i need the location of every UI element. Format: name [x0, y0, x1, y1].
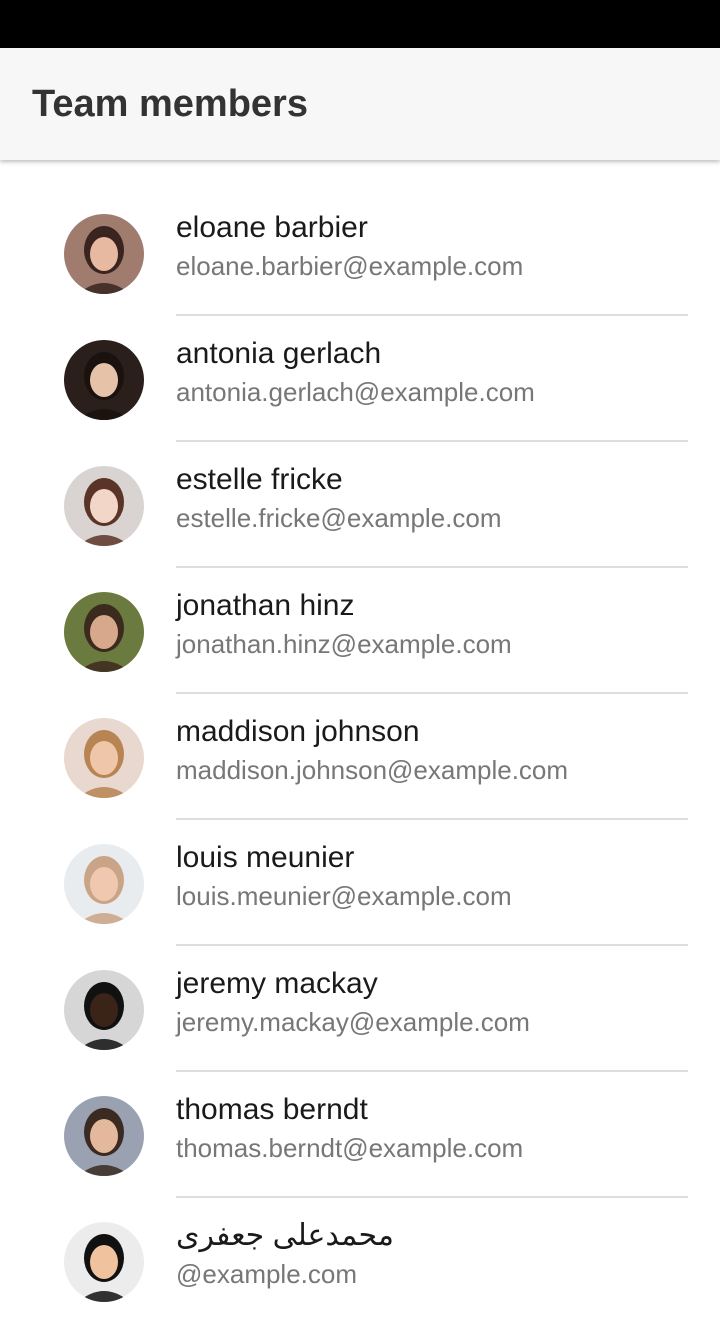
member-name: eloane barbier	[176, 211, 368, 244]
member-name: jeremy mackay	[176, 967, 378, 1000]
list-item[interactable]: louis meunier louis.meunier@example.com	[0, 820, 720, 946]
avatar	[64, 340, 144, 420]
avatar	[64, 1096, 144, 1176]
member-email: eloane.barbier@example.com	[176, 251, 524, 281]
page-title: Team members	[32, 83, 308, 125]
app-bar: Team members	[0, 48, 720, 160]
list-item[interactable]: estelle fricke estelle.fricke@example.co…	[0, 442, 720, 568]
list-item[interactable]: jonathan hinz jonathan.hinz@example.com	[0, 568, 720, 694]
member-name: thomas berndt	[176, 1093, 368, 1126]
avatar	[64, 844, 144, 924]
member-email: @example.com	[176, 1259, 358, 1289]
member-name: jonathan hinz	[176, 589, 355, 622]
list-item[interactable]: محمدعلی جعفری @example.com	[0, 1198, 720, 1324]
member-email: estelle.fricke@example.com	[176, 503, 502, 533]
member-name: محمدعلی جعفری	[176, 1219, 394, 1252]
status-bar	[0, 0, 720, 48]
member-name: maddison johnson	[176, 715, 420, 748]
avatar	[64, 214, 144, 294]
member-email: antonia.gerlach@example.com	[176, 377, 535, 407]
member-email: louis.meunier@example.com	[176, 881, 512, 911]
list-item[interactable]: maddison johnson maddison.johnson@exampl…	[0, 694, 720, 820]
avatar	[64, 466, 144, 546]
list-item[interactable]: antonia gerlach antonia.gerlach@example.…	[0, 316, 720, 442]
member-email: jonathan.hinz@example.com	[176, 629, 512, 659]
team-members-list[interactable]: eloane barbier eloane.barbier@example.co…	[0, 190, 720, 1324]
member-name: estelle fricke	[176, 463, 343, 496]
avatar	[64, 718, 144, 798]
avatar	[64, 970, 144, 1050]
member-email: maddison.johnson@example.com	[176, 755, 569, 785]
member-email: jeremy.mackay@example.com	[176, 1007, 530, 1037]
avatar	[64, 1222, 144, 1302]
member-name: antonia gerlach	[176, 337, 382, 370]
member-email: thomas.berndt@example.com	[176, 1133, 524, 1163]
member-name: louis meunier	[176, 841, 355, 874]
list-item[interactable]: jeremy mackay jeremy.mackay@example.com	[0, 946, 720, 1072]
avatar	[64, 592, 144, 672]
list-item[interactable]: thomas berndt thomas.berndt@example.com	[0, 1072, 720, 1198]
list-item[interactable]: eloane barbier eloane.barbier@example.co…	[0, 190, 720, 316]
